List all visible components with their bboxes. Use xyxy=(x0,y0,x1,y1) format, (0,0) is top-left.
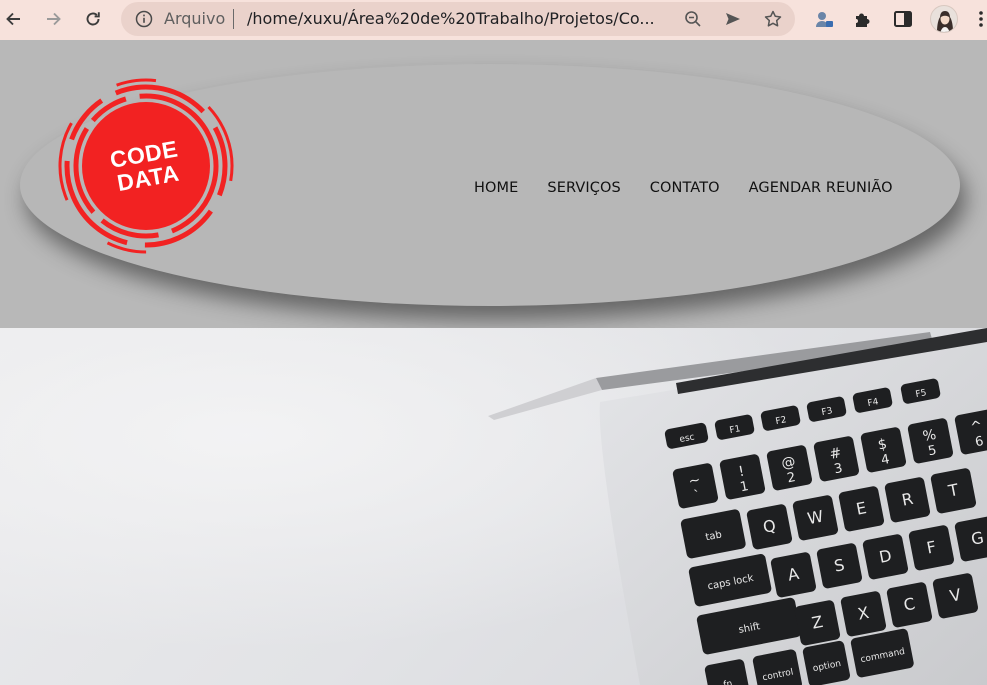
keyboard-key: S xyxy=(816,543,863,589)
extension-button[interactable] xyxy=(813,8,835,30)
back-button[interactable] xyxy=(1,6,27,32)
keyboard-key: F xyxy=(908,525,955,571)
main-nav: HOME SERVIÇOS CONTATO AGENDAR REUNIÃO xyxy=(474,180,893,196)
keyboard-key: D xyxy=(862,534,909,580)
keyboard-key: @2 xyxy=(766,445,813,491)
forward-button[interactable] xyxy=(40,6,66,32)
keyboard-key: C xyxy=(886,582,933,628)
browser-menu-button[interactable] xyxy=(970,8,983,30)
keyboard-key: R xyxy=(884,477,931,523)
nav-contato-link[interactable]: CONTATO xyxy=(650,180,720,196)
reload-button[interactable] xyxy=(80,6,106,32)
keyboard-key-label: F3 xyxy=(821,406,834,418)
keyboard-key: %5 xyxy=(907,418,954,464)
star-icon xyxy=(764,10,782,27)
bookmark-button[interactable] xyxy=(763,9,783,29)
keyboard-key-label: F1 xyxy=(729,424,742,436)
profile-avatar-icon xyxy=(937,11,953,32)
keyboard-key: T xyxy=(930,468,977,514)
keyboard-key: #3 xyxy=(813,436,860,482)
send-button[interactable] xyxy=(723,9,743,29)
info-icon[interactable] xyxy=(135,10,153,28)
keyboard-key-label: F2 xyxy=(775,415,788,427)
url-text[interactable]: /home/xuxu/Área%20de%20Trabalho/Projetos… xyxy=(247,9,671,28)
profile-avatar[interactable] xyxy=(930,5,958,33)
side-panel-icon xyxy=(894,11,912,27)
keyboard-key: ~` xyxy=(672,463,719,509)
nav-servicos-link[interactable]: SERVIÇOS xyxy=(547,180,620,196)
code-data-logo[interactable]: CODE DATA xyxy=(58,78,234,254)
nav-agendar-reuniao-link[interactable]: AGENDAR REUNIÃO xyxy=(749,180,893,196)
url-security-label: Arquivo xyxy=(164,9,226,28)
keyboard-key-label: @ xyxy=(780,454,797,472)
extension-puzzle-person-icon xyxy=(816,12,833,27)
keyboard-key: W xyxy=(792,495,839,541)
nav-home-link[interactable]: HOME xyxy=(474,180,518,196)
keyboard-key: E xyxy=(838,486,885,532)
keyboard-key: A xyxy=(770,552,817,598)
laptop-keyboard-photo: escF1F2F3F4F5~`!1@2#3$4%5^6tab Q W E R Tcaps … xyxy=(0,328,987,685)
keyboard-key: Z xyxy=(794,600,841,646)
keyboard-key-label: F4 xyxy=(867,397,880,409)
zoom-out-button[interactable] xyxy=(683,9,703,29)
arrow-left-icon xyxy=(6,12,20,26)
keyboard-key: !1 xyxy=(719,454,766,500)
arrow-right-icon xyxy=(47,12,61,26)
hero-image: esc F1 F2 F3 F4 F5 ~ `! 1 @2 #3 $4% 5 ^ 6 tab Q W E R Tcaps … xyxy=(0,328,987,685)
keyboard-key-label: F5 xyxy=(915,388,928,400)
puzzle-icon xyxy=(856,13,870,27)
address-bar[interactable]: Arquivo /home/xuxu/Área%20de%20Trabalho/… xyxy=(121,2,795,36)
keyboard-key: X xyxy=(840,591,887,637)
zoom-out-icon xyxy=(685,11,701,27)
keyboard-key: option xyxy=(802,640,850,685)
keyboard-key: $4 xyxy=(860,427,907,473)
keyboard-key: V xyxy=(932,573,979,619)
keyboard-key: Q xyxy=(746,504,793,550)
side-panel-button[interactable] xyxy=(892,8,914,30)
reload-icon xyxy=(86,12,100,26)
browser-toolbar: Arquivo /home/xuxu/Área%20de%20Trabalho/… xyxy=(0,0,987,40)
site-header: CODE DATA HOME SERVIÇOS CONTATO AGENDAR … xyxy=(0,40,987,328)
logo-wordmark: CODE DATA xyxy=(44,64,248,268)
url-separator xyxy=(233,9,234,29)
extensions-button[interactable] xyxy=(852,8,874,30)
send-icon xyxy=(726,13,740,25)
kebab-menu-icon xyxy=(979,11,983,27)
